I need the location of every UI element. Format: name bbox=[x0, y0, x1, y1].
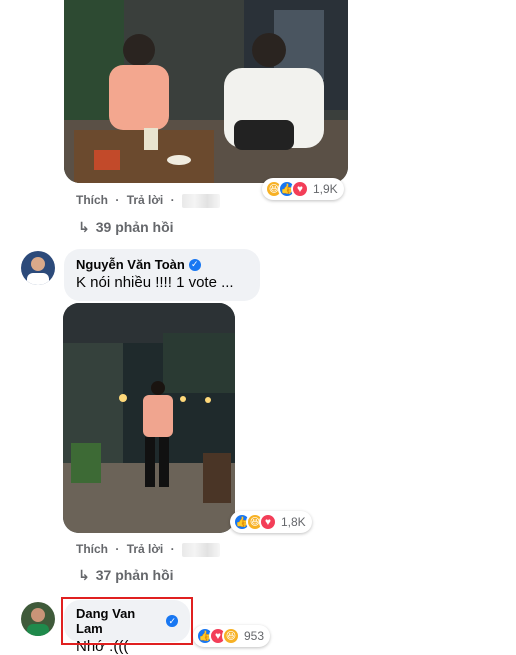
comment-author[interactable]: Nguyễn Văn Toàn bbox=[76, 257, 185, 272]
like-link[interactable]: Thích bbox=[76, 542, 108, 556]
comment-bubble: Nguyễn Văn Toàn ✓ K nói nhiều !!!! 1 vot… bbox=[64, 249, 260, 301]
reactions-pill[interactable]: 😆 👍 ♥ 1,9K bbox=[262, 178, 344, 200]
reaction-count: 1,9K bbox=[313, 182, 338, 196]
timestamp-blurred bbox=[181, 193, 220, 208]
reply-arrow-icon: ↳ bbox=[78, 219, 90, 235]
replies-count: 39 phản hồi bbox=[95, 219, 174, 235]
avatar[interactable] bbox=[21, 251, 55, 285]
haha-reaction-icon: 😆 bbox=[222, 627, 240, 645]
highlight-box bbox=[61, 597, 193, 645]
love-reaction-icon: ♥ bbox=[259, 513, 277, 531]
comment-photo-cafe[interactable] bbox=[64, 0, 348, 183]
comment1-actions: Thích · Trả lời · bbox=[76, 542, 224, 557]
love-reaction-icon: ♥ bbox=[291, 180, 309, 198]
timestamp-blurred bbox=[181, 542, 220, 557]
verified-badge-icon: ✓ bbox=[188, 258, 201, 271]
like-link[interactable]: Thích bbox=[76, 193, 108, 207]
view-replies-link[interactable]: ↳ 39 phản hồi bbox=[78, 219, 174, 236]
replies-count: 37 phản hồi bbox=[95, 567, 174, 583]
reply-arrow-icon: ↳ bbox=[78, 567, 90, 583]
view-replies-link[interactable]: ↳ 37 phản hồi bbox=[78, 567, 174, 584]
reaction-count: 1,8K bbox=[281, 515, 306, 529]
avatar[interactable] bbox=[21, 602, 55, 636]
thread1-actions: Thích · Trả lời · bbox=[76, 193, 224, 208]
comment-photo-night[interactable] bbox=[63, 303, 235, 533]
reply-link[interactable]: Trả lời bbox=[127, 193, 164, 207]
reactions-pill[interactable]: 👍 ♥ 😆 953 bbox=[193, 625, 271, 647]
reactions-pill[interactable]: 👍 😆 ♥ 1,8K bbox=[230, 511, 312, 533]
reply-link[interactable]: Trả lời bbox=[127, 542, 164, 556]
reaction-count: 953 bbox=[244, 629, 265, 643]
comment-text: K nói nhiều !!!! 1 vote ... bbox=[76, 274, 234, 291]
